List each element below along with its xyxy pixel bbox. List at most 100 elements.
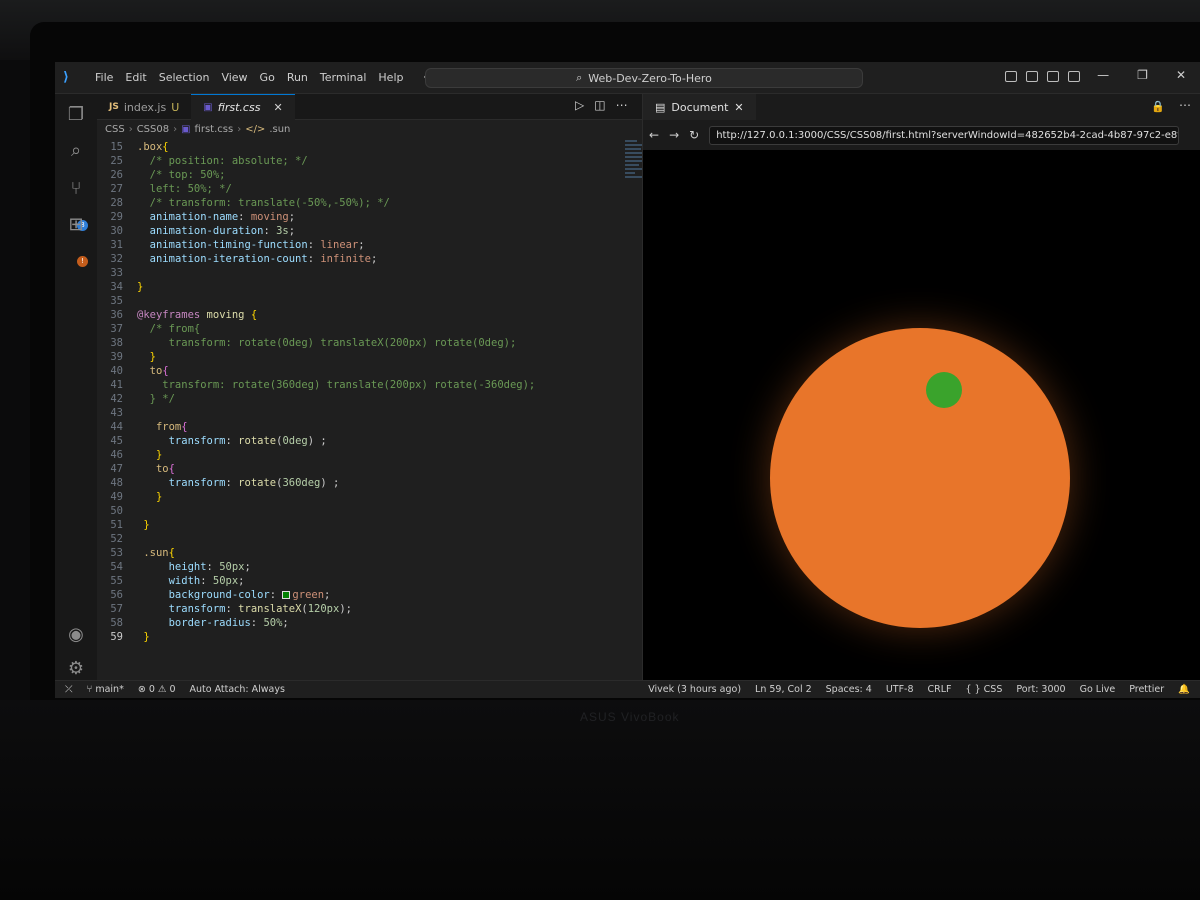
more-actions-icon[interactable]: ⋯: [616, 98, 628, 112]
forward-arrow-icon[interactable]: →: [669, 128, 679, 142]
menu-file[interactable]: File: [89, 71, 119, 84]
code-line[interactable]: 59 }: [97, 630, 627, 644]
live-preview-panel: ▤ Document ✕ 🔒 ⋯ ← → ↻ http://127.0.0.1:…: [642, 94, 1200, 680]
close-window-icon[interactable]: ✕: [1176, 68, 1186, 82]
settings-gear-icon[interactable]: ⚙: [65, 658, 87, 680]
menu-edit[interactable]: Edit: [119, 71, 152, 84]
explorer-icon[interactable]: ❐: [65, 104, 87, 126]
preview-tab[interactable]: ▤ Document ✕: [643, 94, 756, 120]
toggle-sidebar-icon[interactable]: [1026, 71, 1038, 82]
code-line[interactable]: 51 }: [97, 518, 627, 532]
line-number: 57: [110, 603, 123, 615]
code-line[interactable]: 43: [97, 406, 627, 420]
code-line[interactable]: 40 to{: [97, 364, 627, 378]
live-server-port[interactable]: Port: 3000: [1016, 684, 1065, 695]
code-line[interactable]: 42 } */: [97, 392, 627, 406]
breadcrumb-item[interactable]: CSS08: [137, 124, 169, 135]
menu-run[interactable]: Run: [281, 71, 314, 84]
code-line[interactable]: 53 .sun{: [97, 546, 627, 560]
notifications-bell-icon[interactable]: 🔔: [1178, 684, 1190, 695]
encoding[interactable]: UTF-8: [886, 684, 914, 695]
remote-icon[interactable]: ⤫: [65, 684, 73, 695]
branch-indicator[interactable]: ⑂ main*: [87, 684, 124, 695]
tab-index-js[interactable]: JS index.js U: [97, 94, 191, 120]
code-line[interactable]: 15 .box{: [97, 140, 627, 154]
code-line[interactable]: 34}: [97, 280, 627, 294]
toggle-secondary-sidebar-icon[interactable]: [1068, 71, 1080, 82]
source-control-icon[interactable]: ⑂: [65, 178, 87, 200]
code-line[interactable]: 57 transform: translateX(120px);: [97, 602, 627, 616]
code-line[interactable]: 36 @keyframes moving {: [97, 308, 627, 322]
code-line[interactable]: 29 animation-name: moving;: [97, 210, 627, 224]
problems-indicator[interactable]: ⊗ 0 ⚠ 0: [138, 684, 176, 695]
menu-view[interactable]: View: [215, 71, 253, 84]
address-input[interactable]: http://127.0.0.1:3000/CSS/CSS08/first.ht…: [709, 125, 1180, 145]
code-line[interactable]: 56 background-color: green;: [97, 588, 627, 602]
code-line[interactable]: 37 /* from{: [97, 322, 627, 336]
code-line[interactable]: 27 left: 50%; */: [97, 182, 627, 196]
line-number: 40: [110, 365, 123, 377]
line-number: 34: [110, 281, 123, 293]
code-line[interactable]: 41 transform: rotate(360deg) translate(2…: [97, 378, 627, 392]
account-icon[interactable]: ◉: [65, 624, 87, 646]
code-line[interactable]: 28 /* transform: translate(-50%,-50%); *…: [97, 196, 627, 210]
close-tab-icon[interactable]: ✕: [273, 101, 282, 114]
toggle-panel-icon[interactable]: [1047, 71, 1059, 82]
tab-first-css[interactable]: ▣ first.css ✕: [191, 94, 295, 120]
more-actions-icon[interactable]: ⋯: [1179, 98, 1191, 112]
code-line[interactable]: 49 }: [97, 490, 627, 504]
menu-help[interactable]: Help: [372, 71, 409, 84]
menu-selection[interactable]: Selection: [153, 71, 216, 84]
line-number: 30: [110, 225, 123, 237]
line-number: 56: [110, 589, 123, 601]
line-number: 25: [110, 155, 123, 167]
code-line[interactable]: 55 width: 50px;: [97, 574, 627, 588]
prettier-status[interactable]: Prettier: [1129, 684, 1164, 695]
code-line[interactable]: 47 to{: [97, 462, 627, 476]
reload-icon[interactable]: ↻: [689, 128, 699, 142]
search-view-icon[interactable]: ⌕: [65, 140, 87, 162]
line-number: 45: [110, 435, 123, 447]
code-line[interactable]: 35: [97, 294, 627, 308]
code-line[interactable]: 58 border-radius: 50%;: [97, 616, 627, 630]
code-line[interactable]: 52: [97, 532, 627, 546]
menu-go[interactable]: Go: [254, 71, 281, 84]
customize-layout-icon[interactable]: [1005, 71, 1017, 82]
code-line[interactable]: 26 /* top: 50%;: [97, 168, 627, 182]
auto-attach-status[interactable]: Auto Attach: Always: [190, 684, 285, 695]
code-line[interactable]: 48 transform: rotate(360deg) ;: [97, 476, 627, 490]
split-editor-icon[interactable]: ◫: [594, 98, 605, 112]
code-line[interactable]: 44 from{: [97, 420, 627, 434]
code-line[interactable]: 50: [97, 504, 627, 518]
end-of-line[interactable]: CRLF: [928, 684, 952, 695]
go-live-button[interactable]: Go Live: [1080, 684, 1116, 695]
back-arrow-icon[interactable]: ←: [649, 128, 659, 142]
code-editor[interactable]: 15 .box{25 /* position: absolute; */26 /*…: [97, 138, 642, 680]
minimap[interactable]: [625, 138, 642, 218]
language-mode[interactable]: { } CSS: [966, 684, 1003, 695]
indentation[interactable]: Spaces: 4: [826, 684, 872, 695]
code-line[interactable]: 46 }: [97, 448, 627, 462]
breadcrumb-item[interactable]: .sun: [269, 124, 290, 135]
code-line[interactable]: 39 }: [97, 350, 627, 364]
breadcrumb-item[interactable]: first.css: [195, 124, 234, 135]
code-line[interactable]: 45 transform: rotate(0deg) ;: [97, 434, 627, 448]
menu-terminal[interactable]: Terminal: [314, 71, 373, 84]
lock-icon[interactable]: 🔒: [1151, 100, 1165, 113]
restore-icon[interactable]: ❐: [1137, 68, 1148, 82]
code-line[interactable]: 32 animation-iteration-count: infinite;: [97, 252, 627, 266]
git-blame[interactable]: Vivek (3 hours ago): [648, 684, 741, 695]
extensions-icon[interactable]: ⊞: [65, 214, 87, 236]
code-line[interactable]: 31 animation-timing-function: linear;: [97, 238, 627, 252]
cursor-position[interactable]: Ln 59, Col 2: [755, 684, 812, 695]
breadcrumb-item[interactable]: CSS: [105, 124, 125, 135]
code-line[interactable]: 25 /* position: absolute; */: [97, 154, 627, 168]
code-line[interactable]: 30 animation-duration: 3s;: [97, 224, 627, 238]
code-line[interactable]: 33: [97, 266, 627, 280]
command-center-search[interactable]: ⌕ Web-Dev-Zero-To-Hero: [425, 68, 863, 88]
minimize-icon[interactable]: —: [1097, 68, 1109, 82]
run-icon[interactable]: ▷: [575, 98, 584, 112]
close-tab-icon[interactable]: ✕: [734, 101, 743, 114]
code-line[interactable]: 38 transform: rotate(0deg) translateX(20…: [97, 336, 627, 350]
code-line[interactable]: 54 height: 50px;: [97, 560, 627, 574]
